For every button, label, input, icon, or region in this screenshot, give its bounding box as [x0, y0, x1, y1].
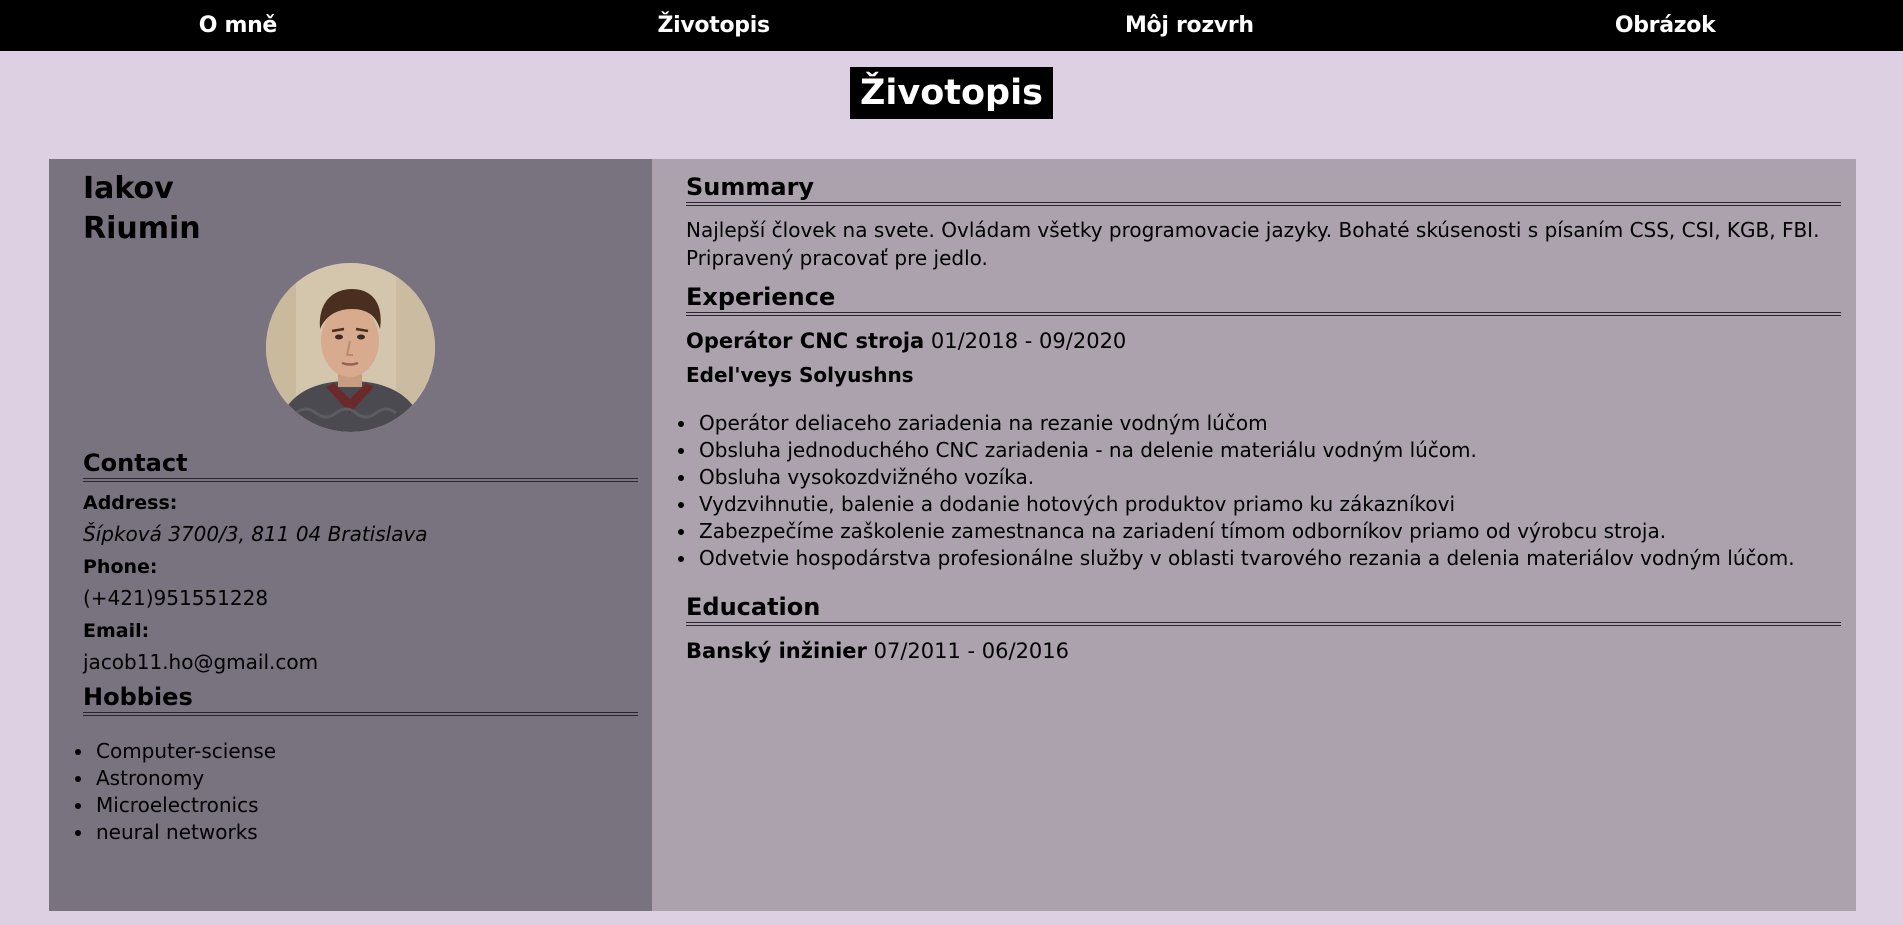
duty-item: Obsluha jednoduchého CNC zariadenia - na…: [697, 437, 1841, 464]
nav-link-zivotopis[interactable]: Životopis: [476, 0, 952, 51]
last-name: Riumin: [83, 211, 201, 246]
first-name: Iakov: [83, 171, 174, 206]
nav-link-moj-rozvrh[interactable]: Môj rozvrh: [952, 0, 1428, 51]
duties-list: Operátor deliaceho zariadenia na rezanie…: [663, 410, 1841, 572]
summary-heading: Summary: [686, 172, 1841, 206]
cv-sidebar: Iakov Riumin Contact Address: Šípková 37…: [49, 159, 652, 911]
summary-text: Najlepší človek na svete. Ovládam všetky…: [686, 218, 1820, 270]
address-label: Address:: [83, 492, 178, 514]
hobby-item: Microelectronics: [94, 792, 638, 819]
experience-heading: Experience: [686, 282, 1841, 316]
page-title: Životopis: [850, 67, 1053, 119]
company-name: Edel'veys Solyushns: [686, 363, 914, 387]
top-navigation: O mně Životopis Môj rozvrh Obrázok: [0, 0, 1903, 51]
email-label: Email:: [83, 620, 150, 642]
hobbies-list: Computer-sciense Astronomy Microelectron…: [60, 738, 638, 846]
nav-link-obrazok[interactable]: Obrázok: [1427, 0, 1903, 51]
education-dates: 07/2011 - 06/2016: [866, 639, 1070, 663]
job-title: Operátor CNC stroja: [686, 329, 925, 353]
job-entry: Operátor CNC stroja 01/2018 - 09/2020: [686, 328, 1841, 354]
job-dates: 01/2018 - 09/2020: [924, 329, 1127, 353]
duty-item: Odvetvie hospodárstva profesionálne služ…: [697, 545, 1841, 572]
profile-photo-container: [63, 263, 638, 432]
duty-item: Operátor deliaceho zariadenia na rezanie…: [697, 410, 1841, 437]
profile-photo-illustration: [266, 263, 435, 432]
degree-title: Banský inžinier: [686, 639, 867, 663]
profile-photo: [266, 263, 435, 432]
contact-heading: Contact: [83, 448, 638, 482]
cv-card: Iakov Riumin Contact Address: Šípková 37…: [49, 159, 1856, 911]
duty-item: Vydzvihnutie, balenie a dodanie hotových…: [697, 491, 1841, 518]
email-value: jacob11.ho@gmail.com: [83, 650, 319, 674]
hobby-item: neural networks: [94, 819, 638, 846]
nav-link-o-mne[interactable]: O mně: [0, 0, 476, 51]
hobby-item: Computer-sciense: [94, 738, 638, 765]
hobby-item: Astronomy: [94, 765, 638, 792]
hobbies-heading: Hobbies: [83, 682, 638, 716]
education-heading: Education: [686, 592, 1841, 626]
address-value: Šípková 3700/3, 811 04 Bratislava: [83, 522, 428, 546]
phone-label: Phone:: [83, 556, 158, 578]
phone-value: (+421)951551228: [83, 586, 269, 610]
page-title-container: Životopis: [0, 67, 1903, 119]
duty-item: Obsluha vysokozdvižného vozíka.: [697, 464, 1841, 491]
person-name: Iakov Riumin: [83, 169, 638, 249]
cv-main: Summary Najlepší človek na svete. Ovláda…: [652, 159, 1856, 911]
duty-item: Zabezpečíme zaškolenie zamestnanca na za…: [697, 518, 1841, 545]
education-entry: Banský inžinier 07/2011 - 06/2016: [686, 638, 1841, 664]
